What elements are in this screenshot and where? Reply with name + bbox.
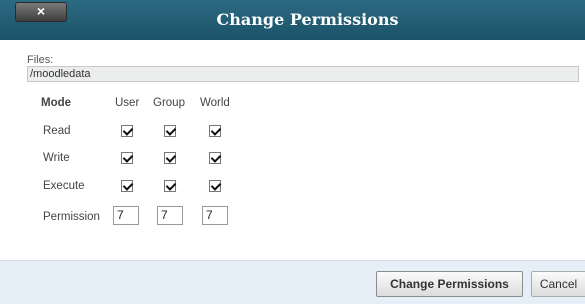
permission-group-input[interactable]: 7 (157, 206, 183, 225)
write-group-checkbox[interactable] (164, 152, 176, 164)
header-mode: Mode (41, 97, 72, 109)
header-world: World (200, 97, 230, 109)
read-world-checkbox[interactable] (209, 125, 221, 137)
cancel-button[interactable]: Cancel (531, 271, 585, 297)
files-path-field: /moodledata (27, 66, 579, 82)
execute-group-checkbox[interactable] (164, 180, 176, 192)
permission-user-input[interactable]: 7 (113, 206, 139, 225)
change-permissions-button[interactable]: Change Permissions (376, 271, 523, 297)
permission-world-input[interactable]: 7 (202, 206, 228, 225)
row-label-write: Write (43, 152, 70, 164)
row-label-permission: Permission (43, 211, 100, 223)
write-world-checkbox[interactable] (209, 152, 221, 164)
execute-user-checkbox[interactable] (121, 180, 133, 192)
execute-world-checkbox[interactable] (209, 180, 221, 192)
header-group: Group (153, 97, 185, 109)
read-group-checkbox[interactable] (164, 125, 176, 137)
dialog-title: Change Permissions (216, 10, 399, 29)
row-label-execute: Execute (43, 180, 85, 192)
write-user-checkbox[interactable] (121, 152, 133, 164)
close-icon: × (36, 3, 46, 19)
header-user: User (115, 97, 140, 109)
dialog-titlebar: Change Permissions × (0, 0, 585, 40)
files-label: Files: (27, 54, 54, 66)
row-label-read: Read (43, 125, 71, 137)
close-button[interactable]: × (15, 2, 67, 22)
read-user-checkbox[interactable] (121, 125, 133, 137)
